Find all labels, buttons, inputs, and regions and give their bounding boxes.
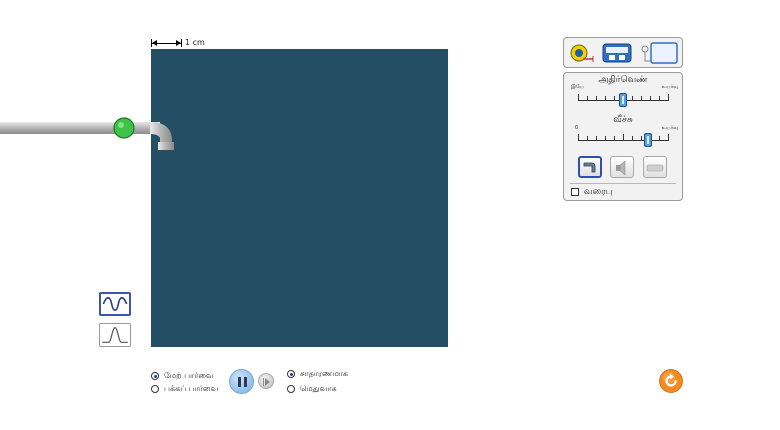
slider-tick — [596, 96, 597, 101]
side-view-label: பக்கப் பார்வை — [164, 384, 219, 393]
frequency-slider-thumb[interactable] — [619, 93, 627, 107]
scale-arrow-left — [152, 40, 157, 46]
step-forward-arrow — [265, 378, 270, 386]
slow-speed-radio[interactable] — [287, 385, 295, 393]
frequency-max-label: உயர்வு — [661, 84, 678, 90]
slider-tick — [605, 136, 606, 141]
slider-tick — [668, 94, 669, 101]
normal-speed-radio[interactable] — [287, 370, 295, 378]
laser-icon — [646, 164, 664, 172]
slider-tick — [668, 134, 669, 141]
slider-tick — [632, 96, 633, 101]
step-forward-icon — [263, 378, 264, 386]
amplitude-slider-thumb[interactable] — [644, 133, 653, 147]
faucet-icon[interactable] — [0, 108, 180, 158]
probe-icon[interactable] — [639, 41, 679, 65]
top-view-label: மேற் பார்வை — [164, 371, 214, 380]
pause-icon-bar — [244, 377, 247, 387]
amplitude-min-label: 0 — [575, 125, 579, 131]
frequency-min-label: இயே — [571, 84, 584, 90]
normal-speed-label: சாதாரணமாக — [300, 369, 349, 378]
slider-tick — [578, 134, 579, 141]
scale-tick-right — [181, 39, 182, 47]
slider-tick — [623, 134, 624, 141]
slider-tick — [614, 96, 615, 101]
slider-tick — [587, 136, 588, 141]
side-view-radio[interactable] — [151, 385, 159, 393]
slider-tick — [641, 96, 642, 101]
water-source-button[interactable] — [578, 156, 602, 178]
water-area[interactable] — [151, 49, 448, 347]
slider-tick — [578, 94, 579, 101]
tool-box — [563, 37, 683, 68]
scale-indicator: 1 cm — [151, 38, 231, 48]
slider-tick — [596, 136, 597, 141]
pulse-wave-icon — [102, 327, 128, 343]
slider-tick — [632, 136, 633, 141]
amplitude-max-label: உயர்வு — [661, 125, 678, 131]
slider-tick — [614, 136, 615, 141]
slow-speed-label: மெதுவாக — [300, 384, 337, 393]
continuous-wave-button[interactable] — [99, 292, 131, 316]
reset-all-button[interactable] — [659, 369, 683, 393]
scale-arrow-right — [176, 40, 181, 46]
sine-wave-icon — [102, 296, 128, 312]
pause-button[interactable] — [229, 369, 254, 394]
pulse-wave-button[interactable] — [99, 323, 131, 347]
scale-label: 1 cm — [185, 38, 205, 47]
step-forward-button[interactable] — [258, 373, 274, 389]
panel-separator — [570, 183, 676, 184]
control-panel: அதிர்வெண் இயே உயர்வு வீச்சு 0 உயர்வு வரை… — [563, 72, 683, 201]
slider-tick — [659, 96, 660, 101]
slider-tick — [659, 136, 660, 141]
slider-tick — [605, 96, 606, 101]
measuring-tape-icon[interactable] — [569, 41, 595, 65]
pause-icon — [238, 377, 241, 387]
sound-source-button[interactable] — [610, 156, 634, 178]
light-source-button[interactable] — [643, 156, 667, 178]
faucet-icon — [583, 162, 596, 173]
top-view-radio[interactable] — [151, 372, 159, 380]
stopwatch-icon[interactable] — [602, 41, 632, 65]
slider-tick — [650, 96, 651, 101]
graph-checkbox[interactable] — [571, 188, 579, 196]
speaker-icon — [616, 160, 626, 176]
graph-checkbox-label: வரைபு — [584, 187, 613, 197]
slider-tick — [641, 136, 642, 141]
slider-tick — [587, 96, 588, 101]
